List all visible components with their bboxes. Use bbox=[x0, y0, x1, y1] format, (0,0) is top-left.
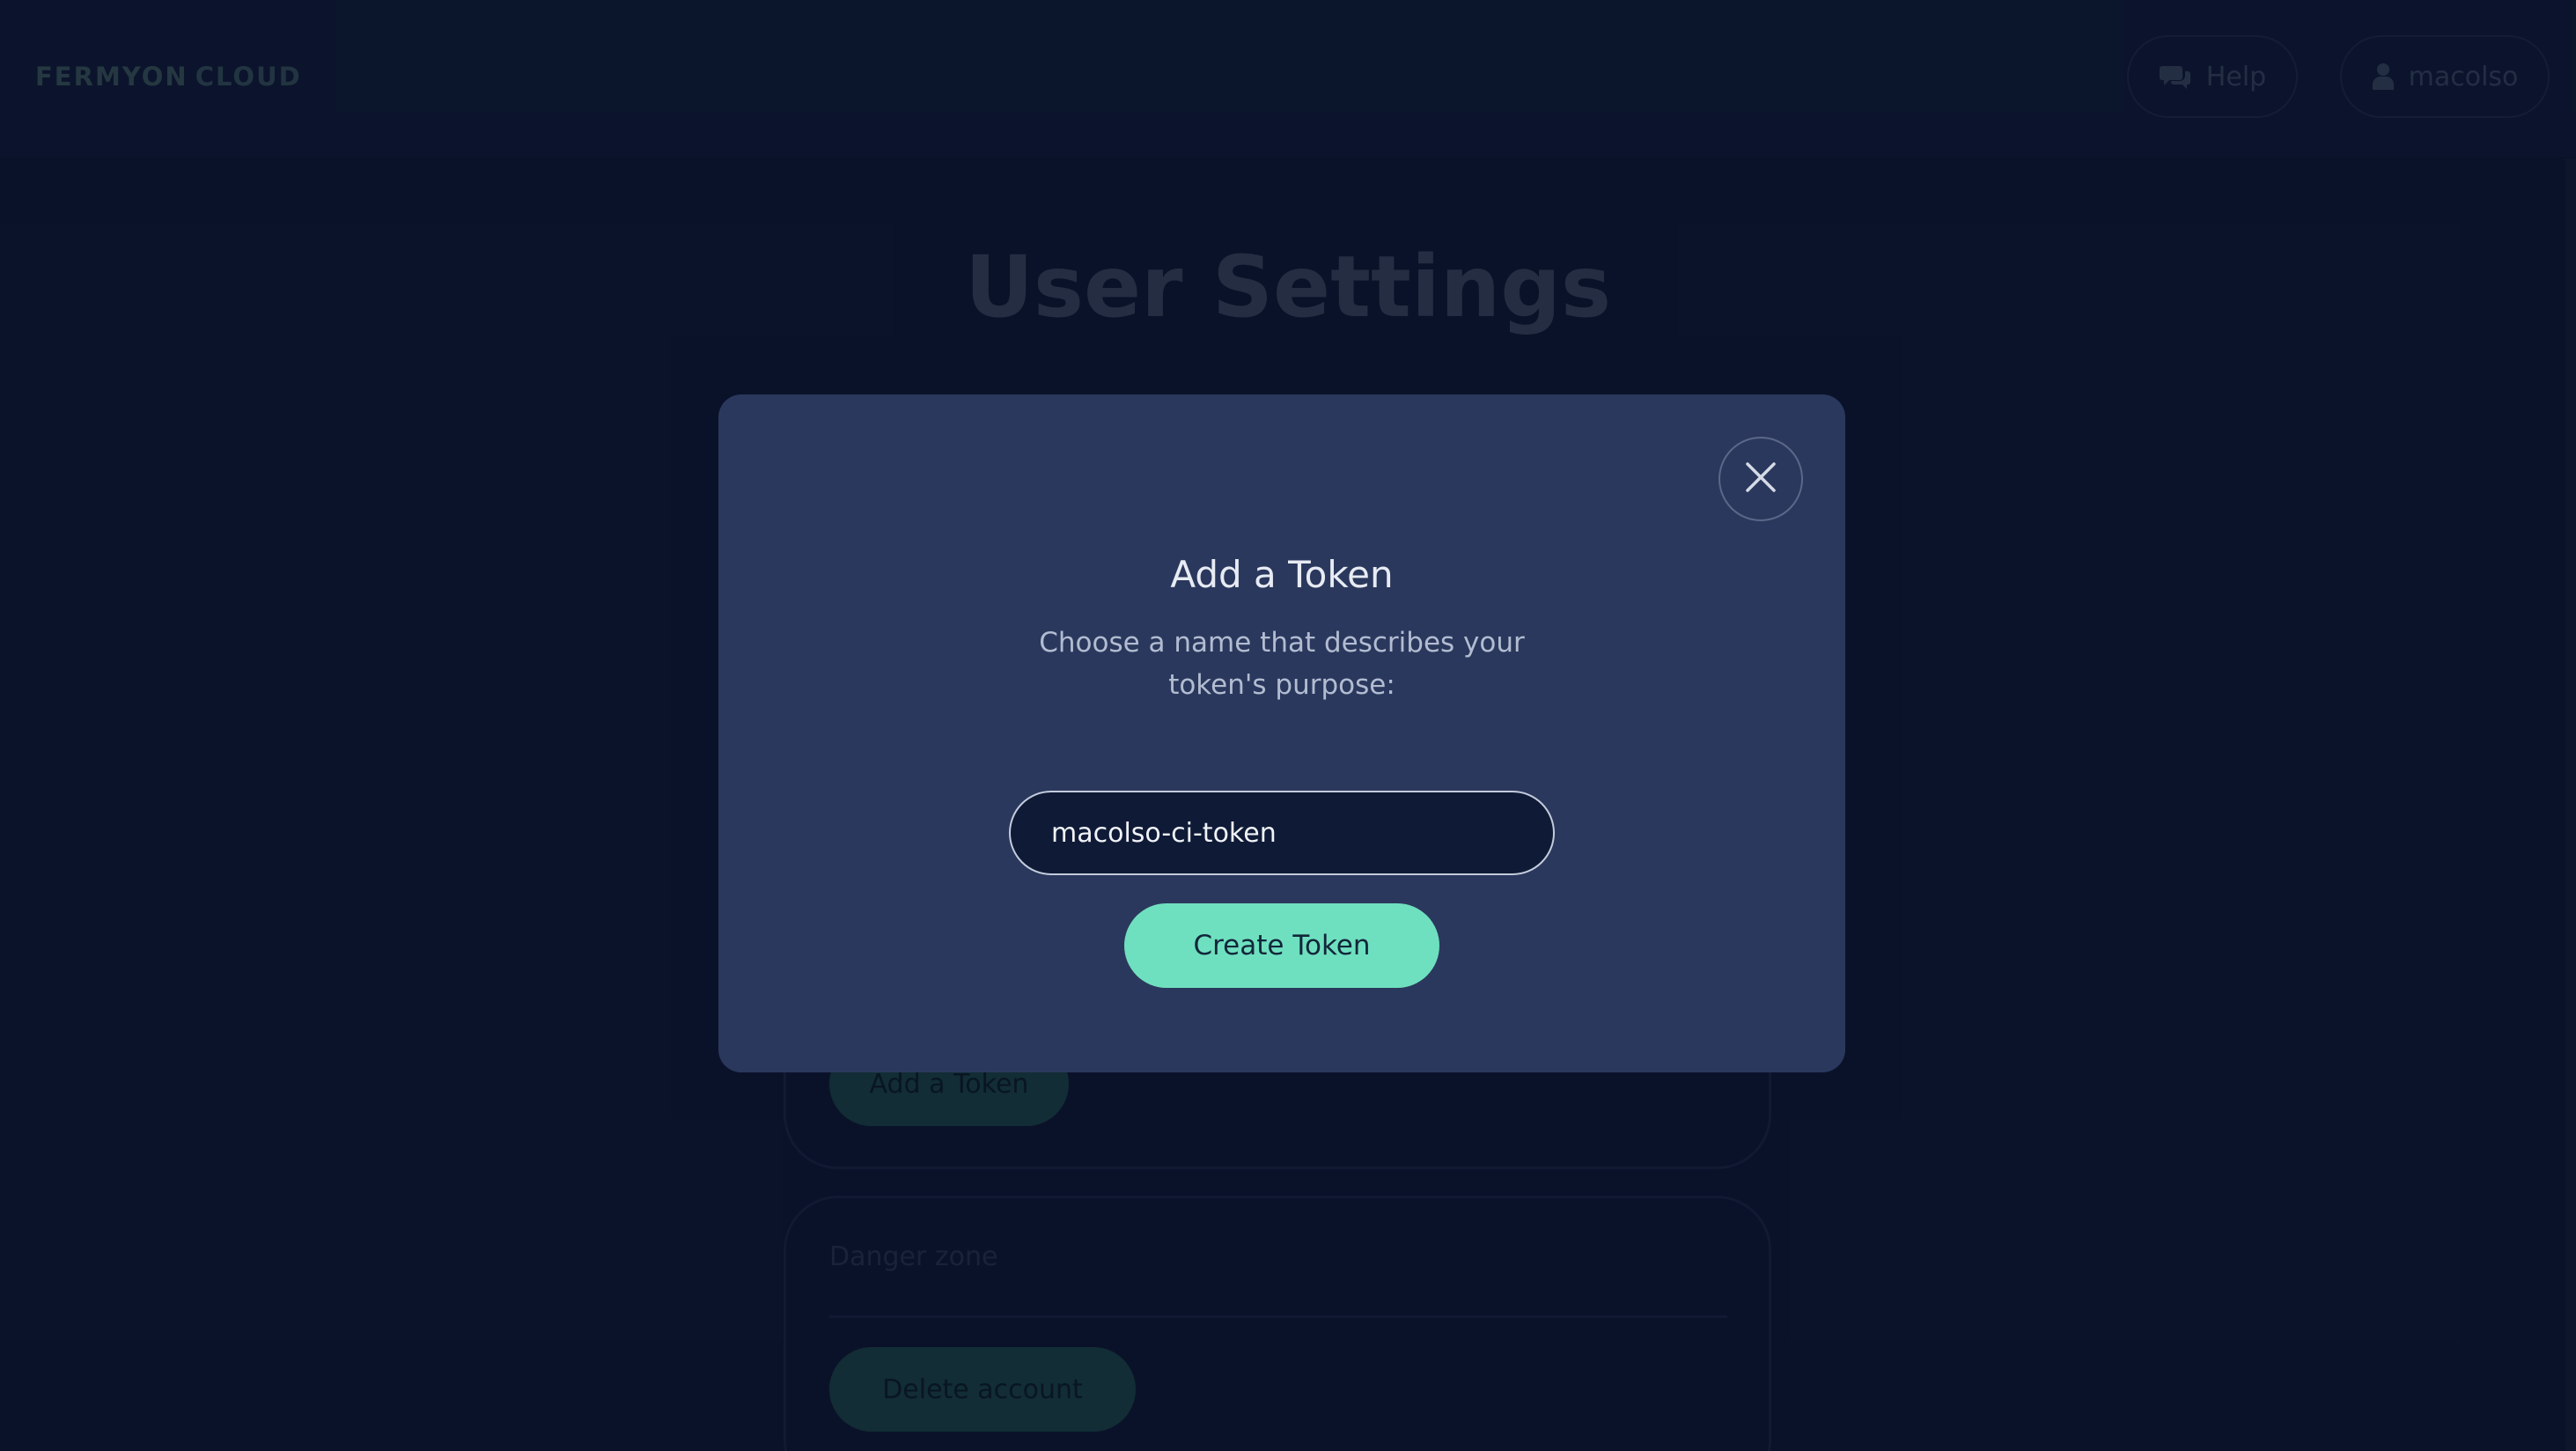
close-dialog-button[interactable] bbox=[1719, 437, 1803, 521]
dialog-title: Add a Token bbox=[1170, 553, 1394, 596]
create-token-button[interactable]: Create Token bbox=[1124, 903, 1439, 988]
token-name-input[interactable] bbox=[1009, 791, 1555, 875]
close-icon bbox=[1743, 460, 1778, 498]
app-page: FERMYON CLOUD Help macolso User Settings… bbox=[0, 0, 2576, 1451]
dialog-description: Choose a name that describes your token'… bbox=[1039, 627, 1525, 701]
